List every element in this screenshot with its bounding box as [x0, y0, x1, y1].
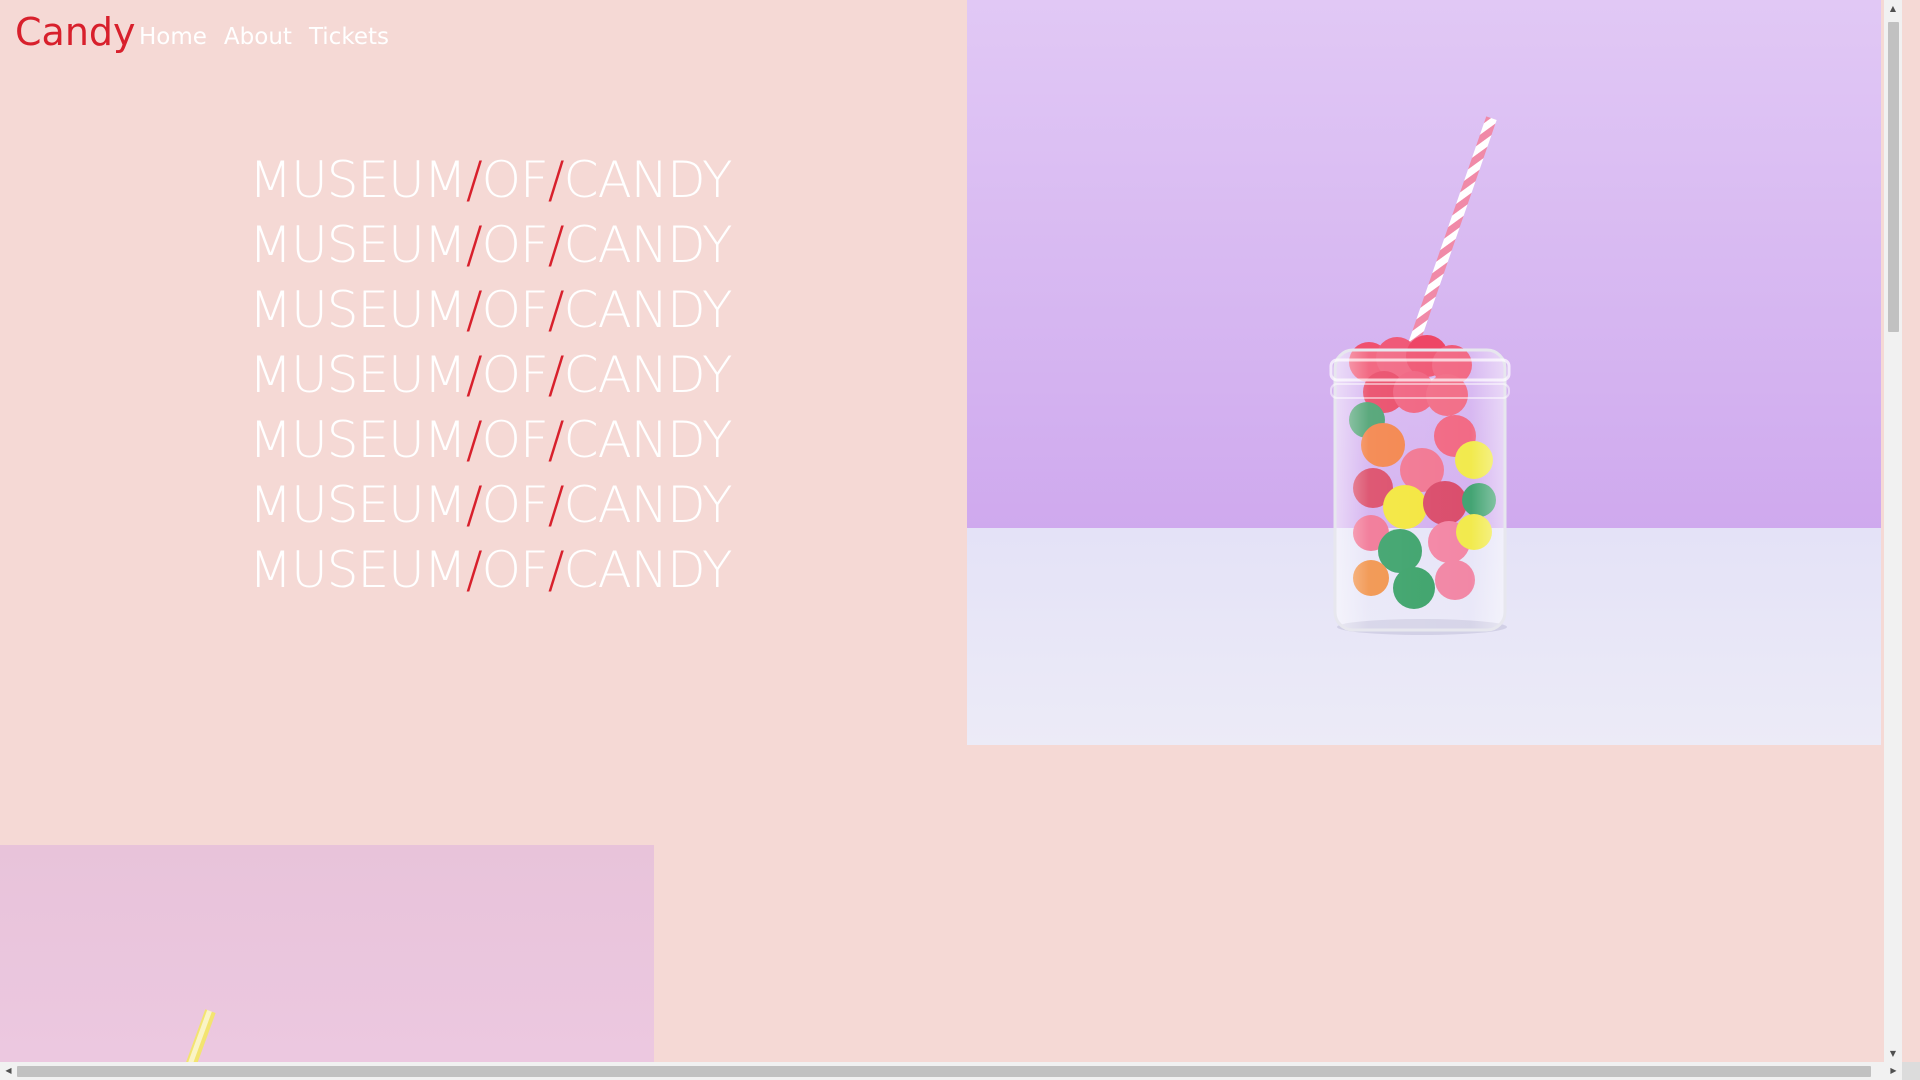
straw: [1398, 116, 1497, 376]
scroll-left-arrow-icon[interactable]: ◀: [0, 1062, 17, 1080]
title-stack: MUSEUM/OF/CANDY MUSEUM/OF/CANDY MUSEUM/O…: [249, 148, 733, 603]
nav-link-home[interactable]: Home: [139, 24, 207, 50]
horizontal-scrollbar[interactable]: ◀ ▶: [0, 1062, 1902, 1080]
title-slash: /: [465, 476, 483, 534]
vertical-scroll-thumb[interactable]: [1888, 22, 1899, 332]
title-slash: /: [547, 541, 565, 599]
brand-logo-link[interactable]: Candy: [15, 10, 136, 54]
title-slash: /: [547, 411, 565, 469]
title-line: MUSEUM/OF/CANDY: [249, 343, 733, 408]
title-word-candy: CANDY: [563, 216, 733, 274]
title-slash: /: [465, 411, 483, 469]
scrollbar-corner: [1902, 1062, 1920, 1080]
nav-link-about[interactable]: About: [224, 24, 292, 50]
title-line: MUSEUM/OF/CANDY: [249, 538, 733, 603]
horizontal-scroll-thumb[interactable]: [17, 1066, 1871, 1077]
title-word-museum: MUSEUM: [249, 476, 467, 534]
title-word-of: OF: [481, 411, 549, 469]
title-slash: /: [465, 216, 483, 274]
vertical-scrollbar[interactable]: ▲ ▼: [1884, 0, 1902, 1062]
page: Candy Home About Tickets MUSEUM/OF/CANDY…: [0, 0, 1902, 1062]
title-word-museum: MUSEUM: [249, 151, 467, 209]
scroll-right-arrow-icon[interactable]: ▶: [1885, 1062, 1902, 1080]
title-word-museum: MUSEUM: [249, 346, 467, 404]
title-word-candy: CANDY: [563, 346, 733, 404]
title-word-candy: CANDY: [563, 151, 733, 209]
title-slash: /: [465, 151, 483, 209]
title-word-of: OF: [481, 281, 549, 339]
straw-illustration: [184, 1009, 216, 1062]
title-slash: /: [465, 541, 483, 599]
title-slash: /: [465, 346, 483, 404]
title-word-museum: MUSEUM: [249, 281, 467, 339]
title-slash: /: [547, 281, 565, 339]
title-slash: /: [547, 476, 565, 534]
scroll-up-arrow-icon[interactable]: ▲: [1884, 0, 1902, 17]
title-word-museum: MUSEUM: [249, 411, 467, 469]
glass-jar: [1333, 348, 1507, 632]
title-slash: /: [547, 216, 565, 274]
title-line: MUSEUM/OF/CANDY: [249, 408, 733, 473]
title-line: MUSEUM/OF/CANDY: [249, 473, 733, 538]
nav-link-tickets[interactable]: Tickets: [309, 24, 389, 50]
main-nav: Home About Tickets: [139, 24, 389, 50]
candy-jar-image: [967, 0, 1881, 745]
title-word-of: OF: [481, 216, 549, 274]
title-line: MUSEUM/OF/CANDY: [249, 213, 733, 278]
title-word-candy: CANDY: [563, 281, 733, 339]
scroll-down-arrow-icon[interactable]: ▼: [1884, 1045, 1902, 1062]
title-word-candy: CANDY: [563, 411, 733, 469]
title-word-of: OF: [481, 151, 549, 209]
title-slash: /: [465, 281, 483, 339]
title-word-of: OF: [481, 476, 549, 534]
title-line: MUSEUM/OF/CANDY: [249, 148, 733, 213]
secondary-candy-image: [0, 845, 654, 1062]
title-word-museum: MUSEUM: [249, 541, 467, 599]
title-word-candy: CANDY: [563, 541, 733, 599]
title-slash: /: [547, 346, 565, 404]
title-word-of: OF: [481, 541, 549, 599]
title-line: MUSEUM/OF/CANDY: [249, 278, 733, 343]
title-word-museum: MUSEUM: [249, 216, 467, 274]
title-word-candy: CANDY: [563, 476, 733, 534]
title-slash: /: [547, 151, 565, 209]
candy-jar-illustration: [1329, 116, 1511, 635]
title-word-of: OF: [481, 346, 549, 404]
